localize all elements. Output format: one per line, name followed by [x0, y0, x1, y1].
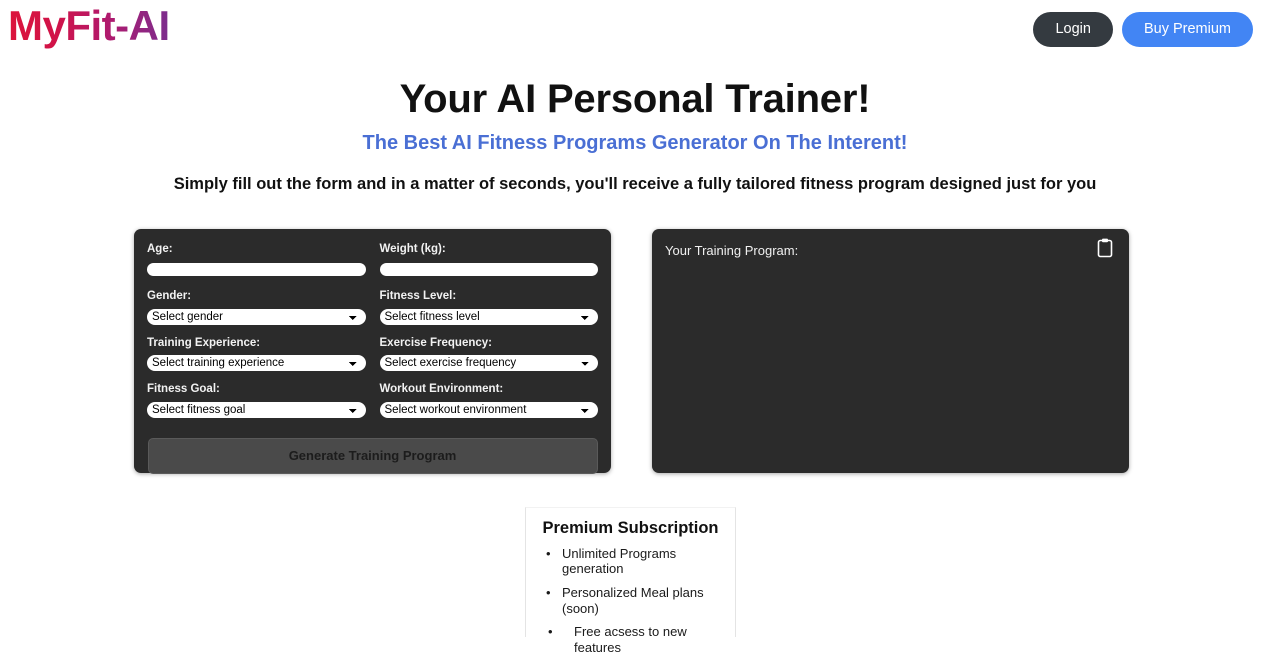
- weight-input[interactable]: [379, 263, 598, 277]
- gender-select[interactable]: Select gender: [147, 308, 366, 325]
- workout-environment-select[interactable]: Select workout environment: [379, 402, 598, 419]
- premium-feature-list: Unlimited Programs generation Personaliz…: [526, 542, 735, 659]
- field-fitness-goal-label: Fitness Goal:: [147, 383, 220, 396]
- field-gender: Gender: Select gender: [147, 290, 366, 325]
- field-training-experience-label: Training Experience:: [147, 336, 261, 349]
- training-experience-select[interactable]: Select training experience: [147, 355, 366, 372]
- premium-title: Premium Subscription: [542, 519, 719, 537]
- field-workout-environment-label: Workout Environment:: [379, 383, 504, 396]
- site-header: MyFit-AI Login Buy Premium: [0, 0, 1270, 58]
- output-panel-label: Your Training Program:: [665, 243, 799, 258]
- training-form-panel: Age: Weight (kg): Gender: Select gender …: [134, 229, 611, 474]
- field-age-label: Age:: [147, 243, 173, 255]
- field-fitness-level-label: Fitness Level:: [379, 289, 457, 302]
- page-title: Your AI Personal Trainer!: [399, 77, 871, 121]
- generate-training-program-button[interactable]: Generate Training Program: [147, 438, 598, 474]
- list-item: Free acsess to new features: [546, 620, 735, 659]
- hero-section: Your AI Personal Trainer! The Best AI Fi…: [0, 75, 1270, 195]
- form-grid: Age: Weight (kg): Gender: Select gender …: [147, 243, 598, 430]
- premium-subscription-card: Premium Subscription Unlimited Programs …: [525, 507, 736, 655]
- field-gender-label: Gender:: [147, 289, 192, 302]
- clipboard-icon[interactable]: [1095, 237, 1115, 259]
- page-subtitle: The Best AI Fitness Programs Generator O…: [362, 132, 908, 154]
- list-item: Personalized Meal plans (soon): [546, 581, 735, 620]
- field-weight-label: Weight (kg):: [379, 243, 446, 255]
- field-weight: Weight (kg):: [379, 243, 598, 278]
- fitness-level-select[interactable]: Select fitness level: [379, 308, 598, 325]
- field-workout-environment: Workout Environment: Select workout envi…: [379, 383, 598, 419]
- field-training-experience: Training Experience: Select training exp…: [147, 337, 366, 372]
- training-program-output-panel: Your Training Program:: [652, 229, 1129, 473]
- field-fitness-goal: Fitness Goal: Select fitness goal: [147, 383, 366, 419]
- exercise-frequency-select[interactable]: Select exercise frequency: [379, 355, 598, 372]
- header-actions: Login Buy Premium: [1033, 12, 1253, 48]
- age-input[interactable]: [147, 263, 366, 277]
- buy-premium-button[interactable]: Buy Premium: [1121, 12, 1253, 48]
- site-logo[interactable]: MyFit-AI: [8, 2, 170, 50]
- panels-row: Age: Weight (kg): Gender: Select gender …: [134, 229, 1129, 474]
- page-description: Simply fill out the form and in a matter…: [173, 175, 1097, 193]
- fitness-goal-select[interactable]: Select fitness goal: [147, 402, 366, 419]
- field-age: Age:: [147, 243, 366, 278]
- field-fitness-level: Fitness Level: Select fitness level: [379, 289, 598, 325]
- list-item: Unlimited Programs generation: [546, 542, 735, 581]
- login-button[interactable]: Login: [1033, 12, 1113, 48]
- field-exercise-frequency: Exercise Frequency: Select exercise freq…: [379, 336, 598, 372]
- field-exercise-frequency-label: Exercise Frequency:: [379, 336, 493, 349]
